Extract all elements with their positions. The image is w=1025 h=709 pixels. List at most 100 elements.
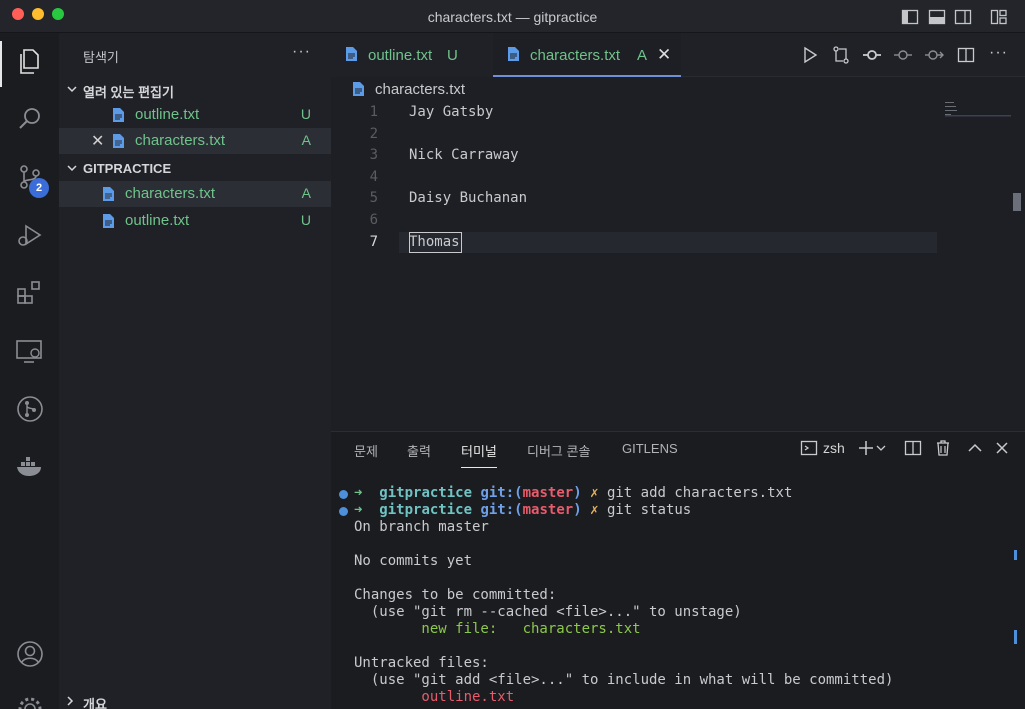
- close-panel-icon[interactable]: [992, 438, 1012, 458]
- file-icon: [103, 187, 114, 201]
- tab-debug-console[interactable]: 디버그 콘솔: [527, 441, 590, 460]
- next-change-icon[interactable]: [924, 45, 944, 65]
- prompt-git-close: ): [573, 485, 582, 501]
- prompt-arrow: ➜: [354, 485, 363, 501]
- line-number: 6: [369, 212, 378, 228]
- git-status-badge: U: [300, 212, 311, 228]
- git-commit-icon[interactable]: [862, 45, 882, 65]
- chevron-down-icon[interactable]: [875, 438, 887, 458]
- active-indicator: [0, 41, 2, 87]
- prompt-git: git:(: [480, 502, 523, 518]
- open-editors-section[interactable]: 열려 있는 편집기: [59, 79, 331, 101]
- tab-label: outline.txt: [368, 47, 433, 64]
- close-editor-icon[interactable]: ✕: [91, 131, 104, 151]
- terminal-line: (use "git add <file>..." to include in w…: [354, 672, 894, 688]
- chevron-right-icon: [67, 696, 74, 706]
- workspace-section[interactable]: GITPRACTICE: [59, 158, 331, 180]
- previous-change-icon[interactable]: [893, 45, 913, 65]
- editor-scrollbar[interactable]: [1013, 193, 1021, 211]
- file-icon: [353, 82, 364, 96]
- remote-explorer-icon[interactable]: [14, 335, 46, 367]
- toggle-panel-icon[interactable]: [928, 8, 946, 26]
- bottom-panel: 문제 출력 터미널 디버그 콘솔 GITLENS zsh ➜ gitpracti…: [331, 431, 1025, 709]
- tree-file-item[interactable]: outline.txt U: [59, 208, 331, 234]
- trash-icon[interactable]: [933, 438, 953, 458]
- file-icon: [103, 214, 114, 228]
- prompt-arrow: ➜: [354, 502, 363, 518]
- more-actions-icon[interactable]: ···: [989, 44, 1008, 62]
- terminal-line: (use "git rm --cached <file>..." to unst…: [354, 604, 742, 620]
- terminal-line: Untracked files:: [354, 655, 489, 671]
- terminal-line: new file: characters.txt: [354, 621, 640, 637]
- breadcrumb[interactable]: characters.txt: [331, 78, 1025, 100]
- terminal-scroll-marker: [1014, 630, 1017, 644]
- chevron-down-icon: [67, 86, 77, 93]
- tree-file-name: outline.txt: [125, 212, 190, 229]
- line-number: 2: [369, 126, 378, 142]
- tab-terminal[interactable]: 터미널: [461, 441, 497, 468]
- close-tab-icon[interactable]: ✕: [657, 45, 671, 65]
- editor-tab-bar: outline.txt U characters.txt A ✕ ···: [331, 33, 1025, 77]
- tab-problems[interactable]: 문제: [354, 441, 378, 460]
- workspace-label: GITPRACTICE: [83, 161, 172, 176]
- new-terminal-icon[interactable]: [856, 438, 876, 458]
- new-file-label: new file:: [354, 621, 523, 637]
- source-control-badge: 2: [29, 178, 49, 198]
- open-editor-name: outline.txt: [135, 106, 200, 123]
- split-editor-icon[interactable]: [956, 45, 976, 65]
- git-graph-icon[interactable]: [14, 393, 46, 425]
- tab-gitlens[interactable]: GITLENS: [622, 441, 678, 456]
- toggle-secondary-sidebar-icon[interactable]: [954, 8, 972, 26]
- settings-gear-icon[interactable]: [14, 693, 46, 709]
- split-terminal-icon[interactable]: [903, 438, 923, 458]
- git-status-badge: U: [300, 106, 311, 122]
- file-icon: [346, 47, 357, 61]
- customize-layout-icon[interactable]: [990, 8, 1008, 26]
- command-decoration-icon[interactable]: [339, 507, 348, 516]
- extensions-icon[interactable]: [14, 277, 46, 309]
- minimap[interactable]: [943, 101, 1013, 121]
- open-editor-item[interactable]: ✕ characters.txt A: [59, 128, 331, 154]
- untracked-file: outline.txt: [354, 689, 515, 705]
- tab-outline[interactable]: outline.txt U: [331, 33, 493, 77]
- run-file-icon[interactable]: [800, 45, 820, 65]
- git-status-badge: U: [447, 47, 458, 64]
- sidebar-more-actions[interactable]: ···: [292, 43, 311, 61]
- code-line: Nick Carraway: [409, 147, 519, 163]
- selection-box: [409, 232, 462, 253]
- terminal-line: No commits yet: [354, 553, 473, 569]
- search-icon[interactable]: [14, 103, 46, 135]
- tree-file-item[interactable]: characters.txt A: [59, 181, 331, 207]
- outline-label: 개요: [83, 697, 107, 709]
- terminal-command: git add characters.txt: [606, 485, 793, 501]
- command-decoration-icon[interactable]: [339, 490, 348, 499]
- open-editor-item[interactable]: outline.txt U: [59, 102, 331, 128]
- tab-label: characters.txt: [530, 47, 621, 64]
- account-icon[interactable]: [14, 638, 46, 670]
- terminal-shell-label[interactable]: zsh: [823, 440, 845, 456]
- git-status-badge: A: [301, 132, 311, 148]
- current-line-highlight: [399, 232, 937, 253]
- code-editor[interactable]: 1 Jay Gatsby 2 3 Nick Carraway 4 5 Daisy…: [331, 101, 1025, 431]
- explorer-icon[interactable]: [14, 45, 46, 77]
- tab-output[interactable]: 출력: [407, 441, 431, 460]
- terminal-icon: [800, 440, 818, 456]
- tree-file-name: characters.txt: [125, 185, 216, 202]
- run-debug-icon[interactable]: [14, 219, 46, 251]
- terminal-line: ➜ gitpractice git:(master) ✗ git add cha…: [354, 485, 792, 501]
- toggle-primary-sidebar-icon[interactable]: [901, 8, 919, 26]
- prompt-branch: master: [522, 485, 574, 501]
- outline-section[interactable]: 개요: [59, 691, 331, 709]
- git-status-badge: A: [637, 47, 648, 64]
- code-line: Jay Gatsby: [409, 104, 494, 120]
- sidebar-title: 탐색기: [83, 50, 119, 65]
- tab-characters[interactable]: characters.txt A ✕: [493, 33, 681, 77]
- git-status-badge: A: [301, 185, 311, 201]
- docker-icon[interactable]: [14, 451, 46, 483]
- maximize-panel-icon[interactable]: [965, 438, 985, 458]
- line-number: 7: [369, 234, 378, 250]
- prompt-branch: master: [522, 502, 574, 518]
- open-editor-name: characters.txt: [135, 132, 226, 149]
- open-changes-icon[interactable]: [831, 45, 851, 65]
- title-bar: characters.txt — gitpractice: [0, 0, 1025, 33]
